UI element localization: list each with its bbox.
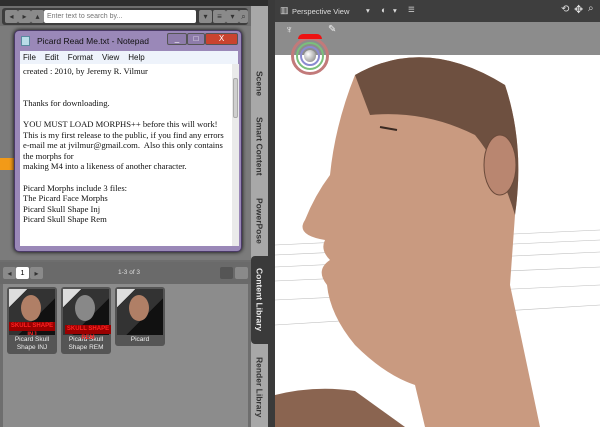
thumbnail-item[interactable]: SKULL SHAPE INJ Picard Skull Shape INJ xyxy=(7,287,57,354)
pan-icon[interactable]: ✥ xyxy=(574,3,583,16)
rotation-sphere[interactable] xyxy=(304,50,316,62)
viewport-header: ▥ Perspective View ▾ ◐ ▾ ☰ ⟲ ✥ ⌕ xyxy=(275,0,600,22)
back-button[interactable]: ◂ xyxy=(5,10,18,23)
search-input[interactable] xyxy=(44,10,196,23)
menu-edit[interactable]: Edit xyxy=(45,51,59,64)
close-button[interactable]: X xyxy=(205,33,238,45)
draw-style-dropdown-icon[interactable]: ▾ xyxy=(393,6,397,15)
menu-view[interactable]: View xyxy=(102,51,119,64)
database-icon[interactable]: ≡ xyxy=(213,10,226,23)
pager-bar: ◂ 1 ▸ 1-3 of 3 xyxy=(0,262,251,284)
icon-view-button[interactable] xyxy=(220,267,233,279)
viewport-layout-icon[interactable]: ▥ xyxy=(280,5,289,16)
tab-content-library[interactable]: Content Library xyxy=(251,256,268,344)
tab-smart-content[interactable]: Smart Content xyxy=(251,110,268,182)
pin-icon[interactable]: ✎ xyxy=(328,24,336,35)
scrollbar-thumb[interactable] xyxy=(233,78,238,118)
orbit-icon[interactable]: ⟲ xyxy=(561,4,569,15)
thumbnail-item[interactable]: Picard xyxy=(115,287,165,346)
minimize-button[interactable]: _ xyxy=(167,33,187,45)
camera-select[interactable]: Perspective View xyxy=(292,7,349,16)
filter-dropdown-button[interactable]: ▾ xyxy=(226,10,239,23)
list-view-button[interactable] xyxy=(235,267,248,279)
page-number[interactable]: 1 xyxy=(16,267,29,279)
side-tabs: Scene Smart Content PowerPose Content Li… xyxy=(251,6,268,427)
forward-button[interactable]: ▸ xyxy=(18,10,31,23)
notepad-window: Picard Read Me.txt - Notepad _ □ X File … xyxy=(14,30,242,252)
menu-format[interactable]: Format xyxy=(68,51,93,64)
window-title: Picard Read Me.txt - Notepad xyxy=(37,36,149,46)
menu-bar: File Edit Format View Help xyxy=(20,51,238,64)
thumbnail-grid: SKULL SHAPE INJ Picard Skull Shape INJ P… xyxy=(3,284,248,427)
scrollbar[interactable] xyxy=(232,64,239,246)
menu-file[interactable]: File xyxy=(23,51,36,64)
tab-render-library[interactable]: Render Library xyxy=(251,350,268,424)
next-page-button[interactable]: ▸ xyxy=(30,267,43,279)
search-toolbar: ◂ ▸ ▴ ▾ ≡ ▾ ⌕ xyxy=(2,8,248,25)
maximize-button[interactable]: □ xyxy=(187,33,205,45)
shoulder xyxy=(275,388,405,427)
viewport-options-icon[interactable]: ☰ xyxy=(408,5,415,14)
thumbnail-overlay: SKULL SHAPE REM xyxy=(65,325,111,341)
thumbnail-image: SKULL SHAPE INJ xyxy=(9,289,55,335)
camera-dropdown-icon[interactable]: ▾ xyxy=(366,6,370,15)
menu-help[interactable]: Help xyxy=(128,51,144,64)
tab-powerpose[interactable]: PowerPose xyxy=(251,190,268,252)
rotation-arc-red[interactable] xyxy=(298,34,322,39)
zoom-icon[interactable]: ⌕ xyxy=(588,3,594,14)
draw-style-icon[interactable]: ◐ xyxy=(381,5,386,15)
ear xyxy=(483,134,517,196)
prev-page-button[interactable]: ◂ xyxy=(3,267,16,279)
tab-scene[interactable]: Scene xyxy=(251,64,268,104)
figure-render xyxy=(275,57,600,427)
search-dropdown-button[interactable]: ▾ xyxy=(199,10,212,23)
thumbnail-image xyxy=(117,289,163,335)
result-count: 1-3 of 3 xyxy=(118,269,141,276)
up-button[interactable]: ▴ xyxy=(31,10,44,23)
panel-splitter[interactable] xyxy=(268,0,275,427)
thumbnail-item[interactable]: Picard Skull Shape REM xyxy=(61,287,111,354)
figure-pose-icon[interactable]: ♆ xyxy=(285,24,293,36)
viewport-3d[interactable] xyxy=(275,55,600,427)
text-area[interactable]: created : 2010, by Jeremy R. Vilmur Than… xyxy=(20,64,232,246)
notepad-icon xyxy=(21,36,30,46)
search-icon[interactable]: ⌕ xyxy=(239,10,248,23)
